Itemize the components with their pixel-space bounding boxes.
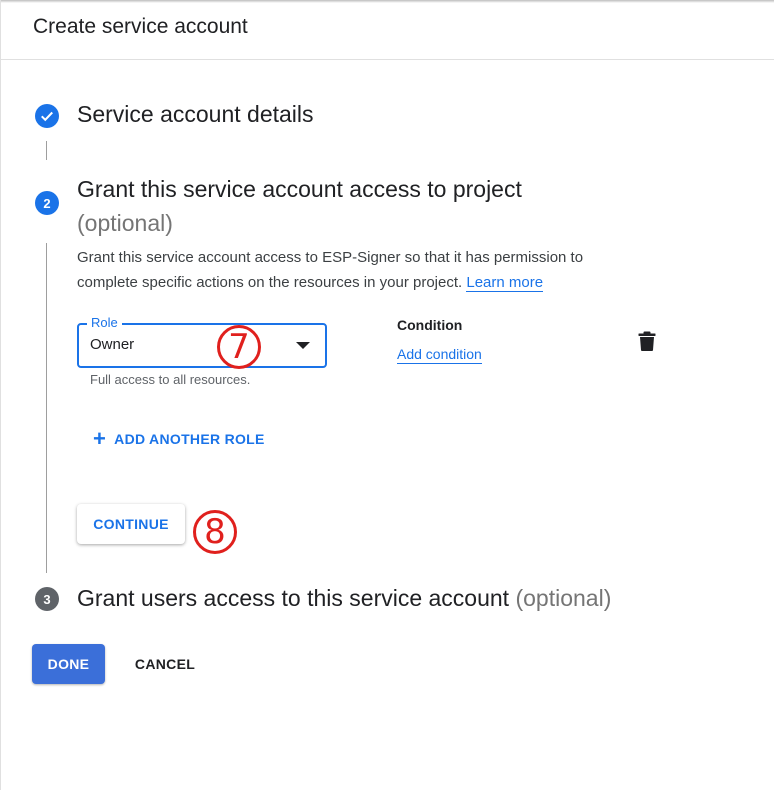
step-1-done-icon bbox=[35, 104, 59, 128]
page-title: Create service account bbox=[33, 15, 248, 38]
add-another-role-button[interactable]: + ADD ANOTHER ROLE bbox=[93, 427, 265, 451]
page-header: Create service account bbox=[0, 0, 774, 60]
annotation-marker-7: 7 bbox=[217, 325, 261, 369]
add-condition-link[interactable]: Add condition bbox=[397, 346, 482, 364]
step-2-title: Grant this service account access to pro… bbox=[77, 172, 677, 240]
step-connector-line bbox=[46, 141, 47, 160]
trash-icon-graphic bbox=[638, 331, 656, 351]
continue-button[interactable]: CONTINUE bbox=[77, 504, 185, 544]
step-3-title-text: Grant users access to this service accou… bbox=[77, 585, 510, 611]
annotation-marker-8: 8 bbox=[193, 510, 237, 554]
step-2-description: Grant this service account access to ESP… bbox=[77, 245, 647, 295]
role-select[interactable]: Role Owner bbox=[77, 315, 327, 368]
role-selected-value: Owner bbox=[90, 336, 135, 353]
step-3-number-icon: 3 bbox=[35, 587, 59, 611]
left-border bbox=[0, 0, 1, 790]
cancel-button[interactable]: CANCEL bbox=[125, 644, 205, 684]
step-1-title[interactable]: Service account details bbox=[77, 101, 314, 128]
check-icon bbox=[41, 111, 53, 122]
role-field-label: Role bbox=[87, 315, 122, 330]
condition-label: Condition bbox=[397, 317, 463, 333]
step-2-title-text: Grant this service account access to pro… bbox=[77, 176, 522, 202]
trash-icon[interactable] bbox=[638, 331, 656, 351]
step-2-number-icon: 2 bbox=[35, 191, 59, 215]
add-another-role-label: ADD ANOTHER ROLE bbox=[114, 431, 265, 447]
step-2-optional-label: (optional) bbox=[77, 210, 173, 236]
step-3-optional-label: (optional) bbox=[515, 585, 612, 611]
step-3-title[interactable]: Grant users access to this service accou… bbox=[77, 585, 611, 612]
learn-more-link[interactable]: Learn more bbox=[466, 274, 544, 292]
step-2-connector-line bbox=[46, 243, 47, 573]
plus-icon: + bbox=[93, 426, 107, 451]
role-hint: Full access to all resources. bbox=[90, 372, 251, 387]
dropdown-arrow-icon bbox=[296, 342, 310, 349]
done-button[interactable]: DONE bbox=[32, 644, 105, 684]
